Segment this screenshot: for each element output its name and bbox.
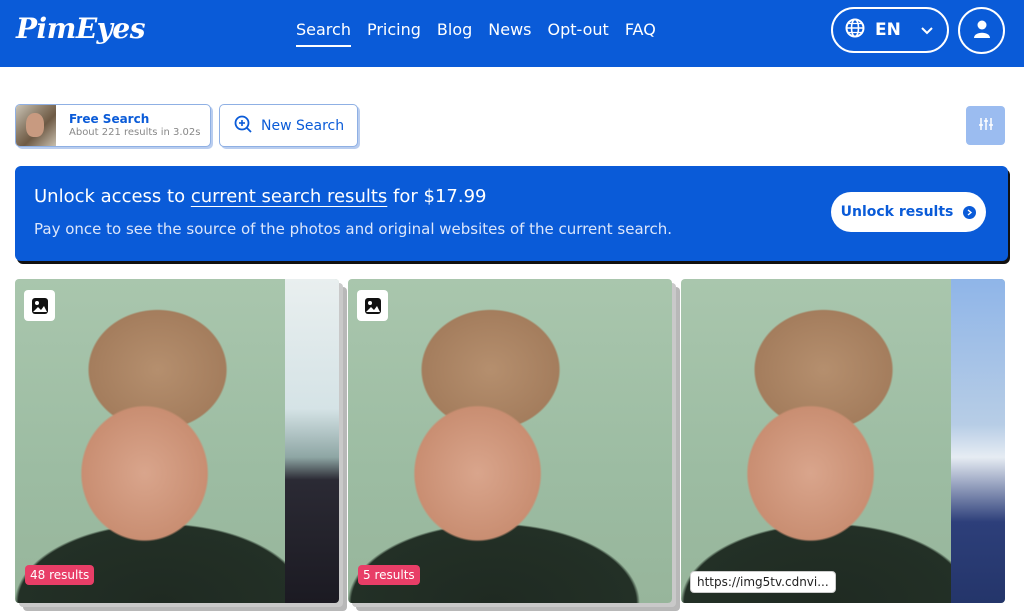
sliders-icon xyxy=(978,116,994,136)
free-search-subtitle: About 221 results in 3.02s xyxy=(69,127,201,138)
main-nav: Search Pricing Blog News Opt-out FAQ xyxy=(296,20,672,47)
adjacent-image-strip xyxy=(285,279,339,603)
user-icon xyxy=(973,19,991,43)
search-thumbnail xyxy=(16,105,56,146)
unlock-results-label: Unlock results xyxy=(840,204,954,220)
banner-subtitle: Pay once to see the source of the photos… xyxy=(34,220,673,238)
chevron-down-icon xyxy=(919,22,935,42)
image-icon xyxy=(24,290,55,321)
results-count-badge: 5 results xyxy=(358,565,420,585)
new-search-label: New Search xyxy=(261,117,345,134)
language-code: EN xyxy=(875,20,901,40)
image-icon xyxy=(357,290,388,321)
nav-pricing[interactable]: Pricing xyxy=(367,20,421,47)
free-search-card[interactable]: Free Search About 221 results in 3.02s xyxy=(15,104,211,147)
source-url-badge[interactable]: https://img5tv.cdnvi... xyxy=(690,571,836,593)
zoom-plus-icon xyxy=(234,115,252,137)
arrow-right-icon xyxy=(963,205,977,219)
result-card[interactable]: 5 results xyxy=(348,279,672,603)
globe-icon xyxy=(845,18,865,42)
language-selector[interactable]: EN xyxy=(831,7,949,53)
banner-title: Unlock access to current search results … xyxy=(34,186,486,207)
logo[interactable]: PimEyes xyxy=(16,12,146,45)
adjacent-image-strip xyxy=(951,279,1005,603)
result-face-image xyxy=(348,279,672,603)
unlock-banner: Unlock access to current search results … xyxy=(15,166,1008,261)
banner-title-prefix: Unlock access to xyxy=(34,186,191,207)
filter-settings-button[interactable] xyxy=(966,106,1005,145)
nav-blog[interactable]: Blog xyxy=(437,20,472,47)
unlock-results-button[interactable]: Unlock results xyxy=(831,192,986,232)
banner-title-link[interactable]: current search results xyxy=(191,186,387,207)
top-header: PimEyes Search Pricing Blog News Opt-out… xyxy=(0,0,1024,67)
nav-news[interactable]: News xyxy=(488,20,531,47)
user-account-button[interactable] xyxy=(958,7,1005,54)
nav-opt-out[interactable]: Opt-out xyxy=(548,20,609,47)
free-search-title: Free Search xyxy=(69,112,150,126)
results-count-badge: 48 results xyxy=(25,565,95,585)
new-search-button[interactable]: New Search xyxy=(219,104,358,147)
nav-search[interactable]: Search xyxy=(296,20,351,47)
nav-faq[interactable]: FAQ xyxy=(625,20,656,47)
banner-title-suffix: for $17.99 xyxy=(387,186,487,207)
result-card[interactable]: 48 results xyxy=(15,279,339,603)
result-card[interactable]: https://img5tv.cdnvi... xyxy=(681,279,1005,603)
